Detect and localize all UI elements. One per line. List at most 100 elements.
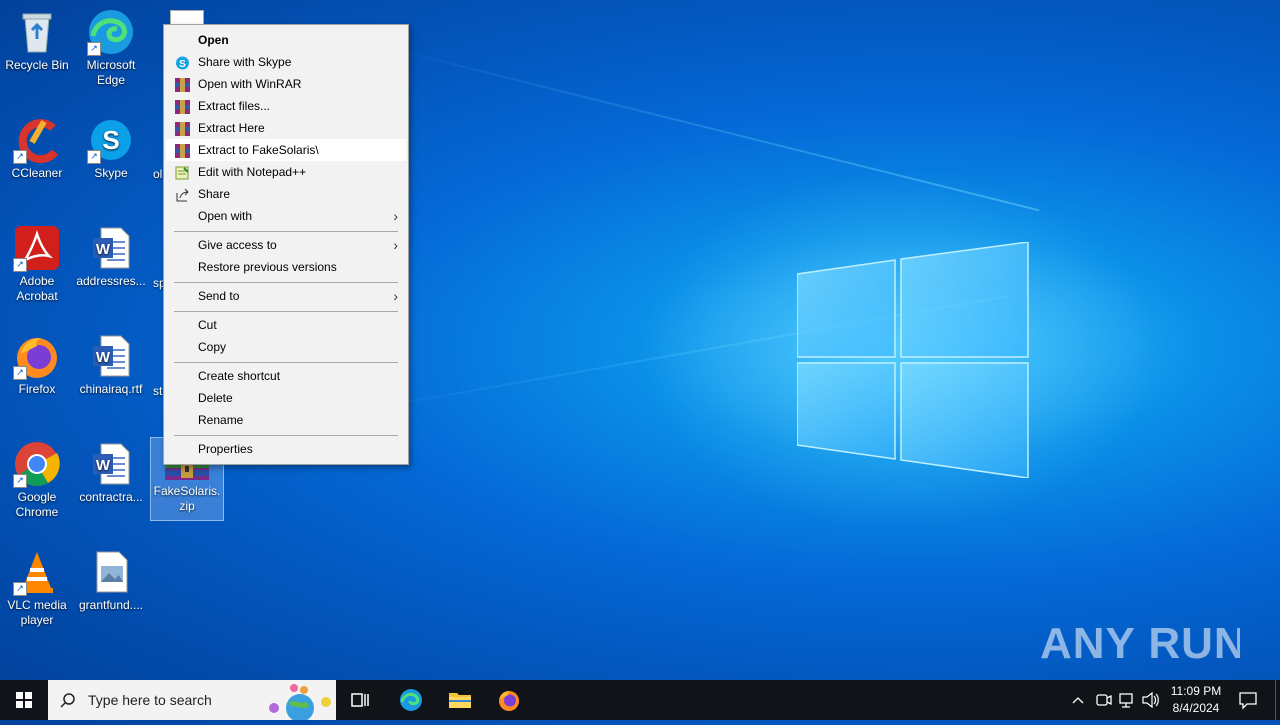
file-icon-partial: [170, 10, 204, 25]
chevron-up-icon: [1072, 697, 1084, 704]
taskbar-search-box[interactable]: Type here to search: [48, 680, 336, 720]
menu-item-rename[interactable]: Rename: [166, 409, 406, 431]
image-file-icon: [87, 548, 135, 596]
desktop-icon-recycle-bin[interactable]: Recycle Bin: [1, 2, 73, 73]
ccleaner-icon: ↗: [13, 116, 61, 164]
taskbar-firefox-button[interactable]: [497, 688, 521, 712]
chrome-icon: ↗: [13, 440, 61, 488]
menu-item-cut[interactable]: Cut: [166, 314, 406, 336]
menu-separator: [174, 282, 398, 283]
clock-date: 8/4/2024: [1172, 701, 1220, 715]
svg-text:W: W: [96, 457, 111, 474]
search-highlight-illustration-icon: [269, 684, 331, 720]
action-center-button[interactable]: [1234, 680, 1262, 720]
context-menu: Open S Share with Skype Open with WinRAR…: [163, 24, 409, 465]
skype-icon: S: [175, 55, 190, 70]
menu-item-open-with[interactable]: Open with ›: [166, 205, 406, 227]
desktop-icon-google-chrome[interactable]: ↗ Google Chrome: [1, 434, 73, 520]
skype-icon: S ↗: [87, 116, 135, 164]
taskbar-edge-button[interactable]: [399, 688, 423, 712]
tray-network[interactable]: [1117, 680, 1135, 720]
start-button[interactable]: [0, 680, 48, 720]
tray-volume[interactable]: [1141, 680, 1159, 720]
desktop-icon-addressres[interactable]: W addressres...: [75, 218, 147, 289]
edge-icon: [400, 689, 422, 711]
desktop-icon-adobe-acrobat[interactable]: ↗ Adobe Acrobat: [1, 218, 73, 304]
desktop-icon-chinairaq[interactable]: W chinairaq.rtf: [75, 326, 147, 397]
task-view-button[interactable]: [348, 688, 372, 712]
notepad-plus-plus-icon: [175, 165, 190, 180]
word-document-icon: W: [87, 224, 135, 272]
chevron-right-icon: ›: [393, 208, 398, 224]
desktop-icon-ccleaner[interactable]: ↗ CCleaner: [1, 110, 73, 181]
desktop-icon-edge[interactable]: ↗ Microsoft Edge: [75, 2, 147, 88]
menu-item-copy[interactable]: Copy: [166, 336, 406, 358]
menu-item-share[interactable]: Share: [166, 183, 406, 205]
menu-separator: [174, 435, 398, 436]
menu-separator: [174, 231, 398, 232]
search-icon: [60, 693, 75, 708]
chevron-right-icon: ›: [393, 288, 398, 304]
winrar-icon: [175, 143, 190, 158]
menu-item-extract-to-folder[interactable]: Extract to FakeSolaris\: [166, 139, 406, 161]
taskbar-clock[interactable]: 11:09 PM 8/4/2024: [1160, 683, 1232, 717]
svg-text:ANY RUN: ANY RUN: [1040, 619, 1240, 668]
share-icon: [175, 187, 190, 202]
menu-separator: [174, 311, 398, 312]
tray-show-hidden-icons[interactable]: [1070, 680, 1086, 720]
chevron-right-icon: ›: [393, 237, 398, 253]
vlc-icon: ↗: [13, 548, 61, 596]
desktop-icon-vlc[interactable]: ↗ VLC media player: [1, 542, 73, 628]
menu-item-open-with-winrar[interactable]: Open with WinRAR: [166, 73, 406, 95]
shortcut-arrow-icon: ↗: [13, 150, 27, 164]
desktop-icon-firefox[interactable]: ↗ Firefox: [1, 326, 73, 397]
notification-icon: [1239, 692, 1257, 710]
task-view-icon: [351, 693, 369, 707]
firefox-icon: [499, 691, 519, 711]
show-desktop-button[interactable]: [1275, 680, 1276, 720]
windows-logo-wallpaper: [796, 241, 1029, 479]
svg-text:S: S: [102, 125, 119, 155]
menu-item-delete[interactable]: Delete: [166, 387, 406, 409]
clock-time: 11:09 PM: [1170, 684, 1222, 698]
word-document-icon: W: [87, 332, 135, 380]
winrar-icon: [175, 77, 190, 92]
winrar-icon: [175, 121, 190, 136]
menu-item-create-shortcut[interactable]: Create shortcut: [166, 365, 406, 387]
desktop-icon-grantfund[interactable]: grantfund....: [75, 542, 147, 613]
desktop-icon-contractra[interactable]: W contractra...: [75, 434, 147, 505]
menu-item-restore-previous-versions[interactable]: Restore previous versions: [166, 256, 406, 278]
taskbar: Type here to search 11:09 PM 8/4/2024: [0, 680, 1280, 720]
shortcut-arrow-icon: ↗: [13, 474, 27, 488]
menu-item-extract-here[interactable]: Extract Here: [166, 117, 406, 139]
adobe-acrobat-icon: ↗: [13, 224, 61, 272]
recycle-bin-icon: [13, 8, 61, 56]
menu-item-give-access-to[interactable]: Give access to ›: [166, 234, 406, 256]
desktop-label-partial: ol: [153, 167, 163, 181]
windows-start-icon: [16, 692, 32, 708]
search-placeholder: Type here to search: [88, 692, 212, 708]
svg-text:W: W: [96, 349, 111, 366]
edge-icon: ↗: [87, 8, 135, 56]
desktop-icon-skype[interactable]: S ↗ Skype: [75, 110, 147, 181]
anyrun-watermark: ANY RUN: [1040, 610, 1246, 687]
menu-item-send-to[interactable]: Send to ›: [166, 285, 406, 307]
folder-icon: [449, 693, 471, 708]
speaker-icon: [1142, 691, 1159, 709]
svg-text:S: S: [179, 59, 186, 70]
tray-meet-now[interactable]: [1094, 680, 1112, 720]
menu-item-share-with-skype[interactable]: S Share with Skype: [166, 51, 406, 73]
shortcut-arrow-icon: ↗: [87, 42, 101, 56]
winrar-icon: [175, 99, 190, 114]
menu-item-edit-with-notepad-plus-plus[interactable]: Edit with Notepad++: [166, 161, 406, 183]
menu-item-properties[interactable]: Properties: [166, 438, 406, 460]
menu-item-open[interactable]: Open: [166, 29, 406, 51]
menu-item-extract-files[interactable]: Extract files...: [166, 95, 406, 117]
network-icon: [1119, 693, 1133, 708]
desktop-label-partial: st: [153, 384, 163, 398]
meet-now-icon: [1096, 694, 1112, 706]
taskbar-file-explorer-button[interactable]: [448, 688, 472, 712]
menu-separator: [174, 362, 398, 363]
shortcut-arrow-icon: ↗: [13, 258, 27, 272]
shortcut-arrow-icon: ↗: [13, 582, 27, 596]
